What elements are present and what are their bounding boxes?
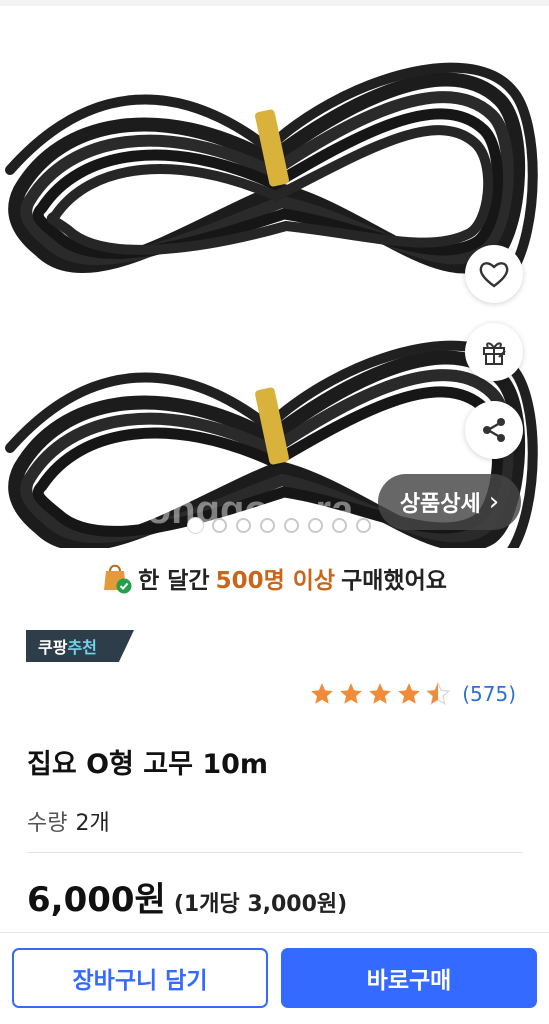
badge-text-primary: 쿠팡 <box>38 638 68 657</box>
pagination-dot[interactable] <box>236 518 251 533</box>
star-icon <box>340 683 363 704</box>
pagination-dot[interactable] <box>284 518 299 533</box>
pagination-dot-active[interactable] <box>188 518 203 533</box>
divider <box>27 852 523 853</box>
half-star-icon <box>425 681 451 706</box>
pagination-dot[interactable] <box>308 518 323 533</box>
bottom-action-bar: 장바구니 담기 바로구매 <box>0 932 549 1024</box>
pagination-dot[interactable] <box>356 518 371 533</box>
badge-text-accent: 추천 <box>67 638 97 657</box>
product-detail-button[interactable]: 상품상세 › <box>378 474 521 530</box>
share-icon <box>483 418 505 442</box>
shopping-bag-check-icon <box>102 562 132 594</box>
add-to-cart-button[interactable]: 장바구니 담기 <box>12 948 268 1008</box>
product-detail-label: 상품상세 <box>399 492 481 517</box>
price-row: 6,000원 (1개당 3,000원) <box>27 872 347 921</box>
wishlist-button[interactable] <box>465 245 523 303</box>
quantity-label: 수량 <box>27 811 68 836</box>
quantity-row: 수량 2개 <box>27 805 110 837</box>
total-price: 6,000원 <box>27 880 166 920</box>
product-rating[interactable]: (575) <box>309 678 516 710</box>
product-image-gallery[interactable]: Joonggonara 상품상세 › <box>0 0 549 548</box>
share-button[interactable] <box>465 401 523 459</box>
coupang-recommend-badge: 쿠팡 추천 <box>26 630 134 662</box>
review-count[interactable]: (575) <box>462 682 516 706</box>
banner-highlight: 500명 이상 <box>215 568 336 594</box>
chevron-right-icon: › <box>488 487 500 517</box>
banner-prefix: 한 달간 <box>138 568 210 594</box>
gift-icon <box>483 342 506 365</box>
gallery-pagination <box>188 518 371 534</box>
unit-price: (1개당 3,000원) <box>173 892 348 917</box>
star-icon <box>311 683 334 704</box>
purchase-count-banner: 한 달간 500명 이상 구매했어요 <box>0 552 549 604</box>
star-icon <box>398 683 421 704</box>
buy-now-button[interactable]: 바로구매 <box>281 948 537 1008</box>
gift-button[interactable] <box>465 323 523 381</box>
product-title: 집요 O형 고무 10m <box>27 749 269 780</box>
heart-icon <box>479 262 509 288</box>
pagination-dot[interactable] <box>260 518 275 533</box>
banner-suffix: 구매했어요 <box>341 568 447 594</box>
top-divider <box>0 0 549 6</box>
product-page: Joonggonara 상품상세 › 한 달간 500명 이상 구매했어요 쿠팡… <box>0 0 549 1024</box>
star-icon <box>369 683 392 704</box>
pagination-dot[interactable] <box>332 518 347 533</box>
quantity-value: 2개 <box>75 811 110 836</box>
pagination-dot[interactable] <box>212 518 227 533</box>
